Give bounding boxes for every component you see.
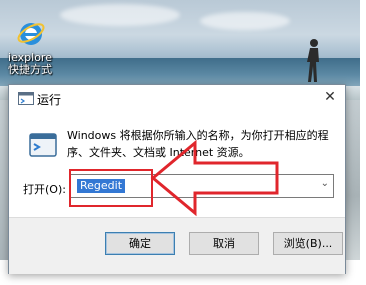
runner-silhouette <box>307 39 319 82</box>
desktop-wallpaper-edge-left <box>0 100 8 260</box>
ok-button[interactable]: 确定 <box>105 232 175 255</box>
close-button[interactable]: ✕ <box>315 85 345 109</box>
chevron-down-icon[interactable]: ⌄ <box>321 178 329 189</box>
arrow-annotation-icon <box>150 139 279 217</box>
desktop-shortcut-label: iexplore 快捷方式 <box>8 51 52 76</box>
run-icon <box>29 133 57 157</box>
run-app-icon <box>18 92 34 105</box>
screenshot: iexplore 快捷方式 运行 ✕ Windows 将根据你所输入的名称，为你… <box>0 0 366 285</box>
title-bar[interactable]: 运行 ✕ <box>9 85 345 113</box>
desktop-shortcut-iexplore[interactable]: iexplore 快捷方式 <box>8 18 52 76</box>
run-dialog: 运行 ✕ Windows 将根据你所输入的名称，为你打开相应的程序、文件夹、文档… <box>8 84 346 274</box>
desktop-wallpaper-edge <box>344 100 360 260</box>
open-label: 打开(O): <box>23 183 66 196</box>
cancel-button[interactable]: 取消 <box>189 232 259 255</box>
browse-button[interactable]: 浏览(B)... <box>273 232 343 255</box>
dialog-title: 运行 <box>37 93 62 107</box>
internet-explorer-icon <box>17 23 45 45</box>
button-row: 确定 取消 浏览(B)... <box>9 217 345 274</box>
highlight-box-annotation <box>69 169 153 207</box>
